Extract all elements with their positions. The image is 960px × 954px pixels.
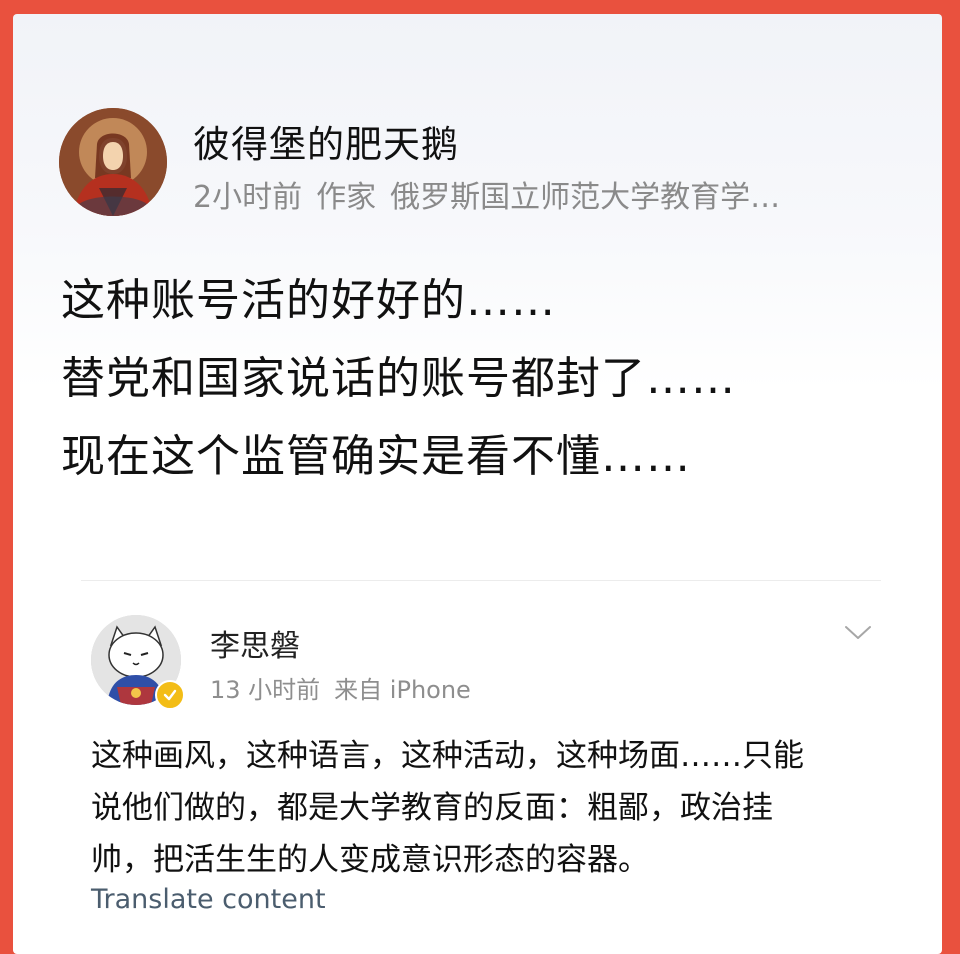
translate-content-link[interactable]: Translate content (91, 884, 326, 915)
post-line: 这种账号活的好好的…… (61, 275, 556, 326)
post-time: 2小时前 (193, 180, 303, 215)
post-text: 这种账号活的好好的…… 替党和国家说话的账号都封了…… 现在这个监管确实是看不懂… (61, 262, 921, 496)
portrait-icon (59, 108, 167, 216)
post-card: 彼得堡的肥天鹅 2小时前 作家 俄罗斯国立师范大学教育学… 这种账号活的好好的…… … (13, 14, 942, 954)
comment-line: 这种画风，这种语言，这种活动，这种场面……只能 (91, 738, 804, 774)
chevron-down-icon[interactable] (843, 621, 873, 645)
verified-badge (155, 680, 185, 710)
comment-text: 这种画风，这种语言，这种活动，这种场面……只能 说他们做的，都是大学教育的反面：… (91, 730, 891, 886)
comment-meta: 13 小时前 来自 iPhone (210, 670, 485, 705)
comment-source: 来自 iPhone (334, 676, 471, 704)
post-line: 现在这个监管确实是看不懂…… (61, 431, 691, 482)
author-affiliation: 俄罗斯国立师范大学教育学… (390, 180, 781, 215)
commenter-name[interactable]: 李思磐 (210, 621, 300, 665)
author-role: 作家 (316, 180, 377, 215)
comment-time: 13 小时前 (210, 676, 321, 704)
checkmark-icon (163, 689, 177, 701)
author-name[interactable]: 彼得堡的肥天鹅 (193, 114, 459, 168)
comment-line: 说他们做的，都是大学教育的反面：粗鄙，政治挂 (91, 790, 773, 826)
divider (81, 580, 881, 581)
author-meta: 2小时前 作家 俄罗斯国立师范大学教育学… (193, 172, 794, 216)
comment-line: 帅，把活生生的人变成意识形态的容器。 (91, 842, 649, 878)
author-avatar[interactable] (59, 108, 167, 216)
post-line: 替党和国家说话的账号都封了…… (61, 353, 736, 404)
